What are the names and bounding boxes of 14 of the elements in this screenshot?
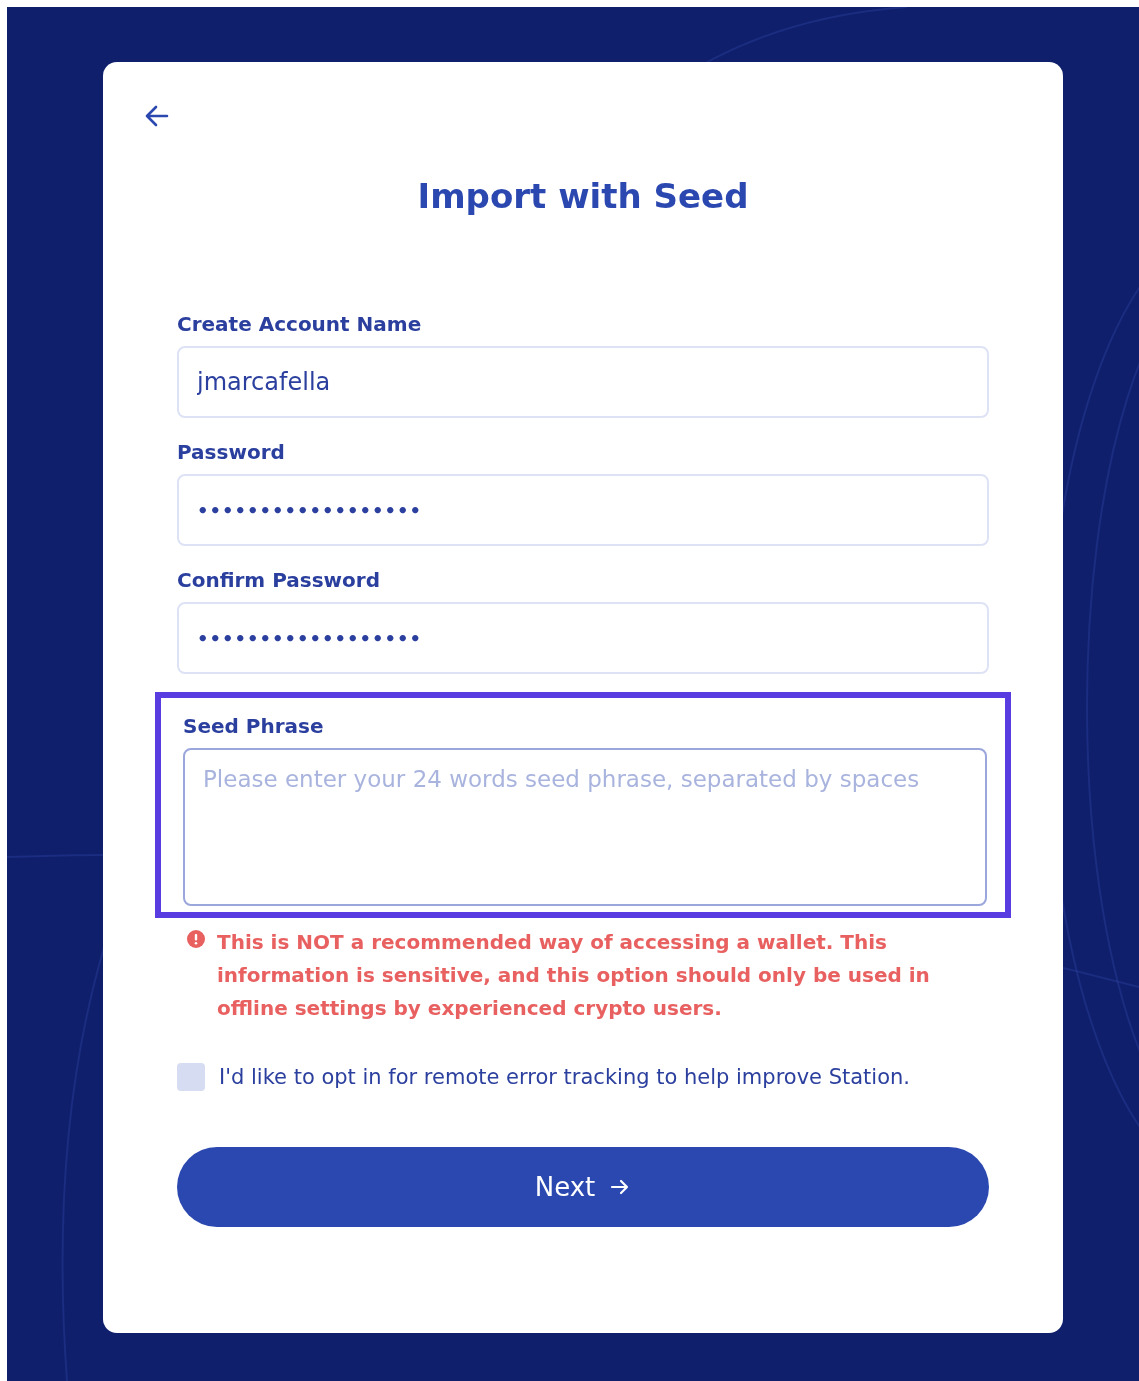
- field-label: Password: [177, 440, 286, 464]
- password-field[interactable]: ••••••••••••••••••: [177, 602, 989, 674]
- field-label: Confirm Password: [177, 568, 381, 592]
- page-title: Import with Seed: [416, 175, 750, 218]
- password-field[interactable]: ••••••••••••••••••: [177, 474, 989, 546]
- field-label: Seed Phrase: [183, 714, 325, 738]
- next-button[interactable]: Next: [177, 1147, 989, 1227]
- seed-phrase-field[interactable]: Please enter your 24 words seed phrase, separated by spaces: [183, 748, 987, 906]
- alert-icon: [187, 930, 205, 948]
- checkbox-label: I'd like to opt in for remote error tracking to help improve Station.: [219, 1065, 911, 1089]
- field-label: Create Account Name: [177, 312, 423, 336]
- warning-message: This is NOT a recommended way of accessing a wallet. This information is sensitive, and this option should only be used in offline settings by experienced crypto users.: [217, 929, 931, 1022]
- checkbox[interactable]: [177, 1063, 205, 1091]
- text-field[interactable]: jmarcafella: [177, 346, 989, 418]
